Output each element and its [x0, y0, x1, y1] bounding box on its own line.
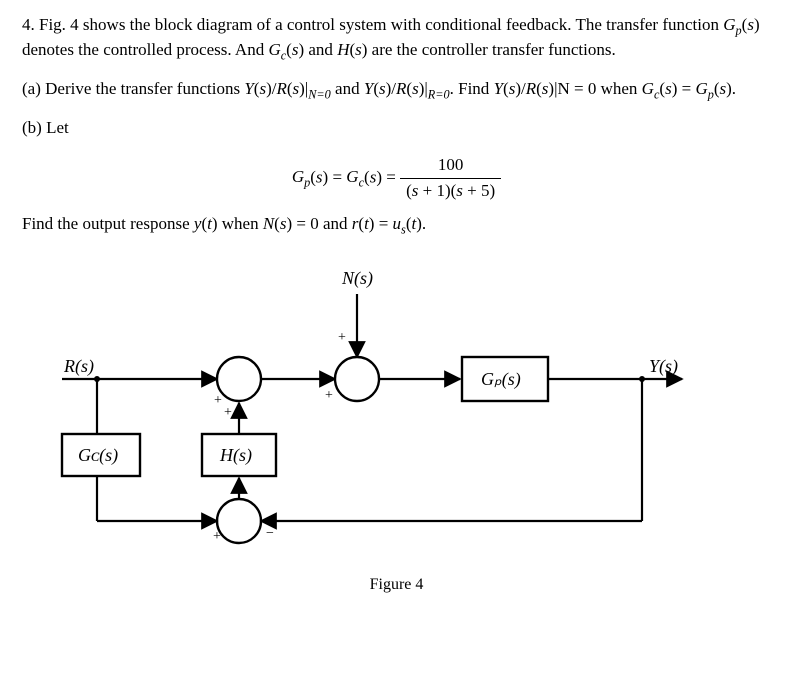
label-N: N(s) — [341, 268, 373, 289]
node-R-tap — [94, 376, 100, 382]
sum-junction-2 — [335, 357, 379, 401]
sign-sum1-R: + — [214, 393, 222, 408]
sign-sum2-fwd: + — [325, 388, 333, 403]
label-gp: Gₚ(s) — [481, 369, 521, 390]
display-equation: Gp(s) = Gc(s) = 100 (s + 1)(s + 5) — [22, 154, 771, 203]
figure-caption: Figure 4 — [22, 574, 771, 596]
part-a: (a) Derive the transfer functions Y(s)/R… — [22, 78, 771, 103]
label-Y: Y(s) — [649, 356, 678, 377]
part-b-lead: (b) Let — [22, 117, 771, 140]
problem-intro: 4. Fig. 4 shows the block diagram of a c… — [22, 14, 771, 64]
block-diagram: N(s) + R(s) + + + Gₚ(s) Y(s) Gᴄ(s) — [22, 259, 771, 596]
sign-sum1-H: + — [224, 405, 232, 420]
label-R: R(s) — [63, 356, 94, 377]
label-gc: Gᴄ(s) — [78, 445, 118, 466]
eq-numerator: 100 — [400, 154, 501, 179]
sum-junction-1 — [217, 357, 261, 401]
label-h: H(s) — [219, 445, 252, 466]
sign-sum3-y: − — [266, 526, 274, 541]
sum-junction-3 — [217, 499, 261, 543]
sign-sum3-gc: + — [213, 529, 221, 544]
eq-denominator: (s + 1)(s + 5) — [400, 179, 501, 203]
part-b-tail: Find the output response y(t) when N(s) … — [22, 213, 771, 238]
sign-sum2-N: + — [338, 330, 346, 345]
